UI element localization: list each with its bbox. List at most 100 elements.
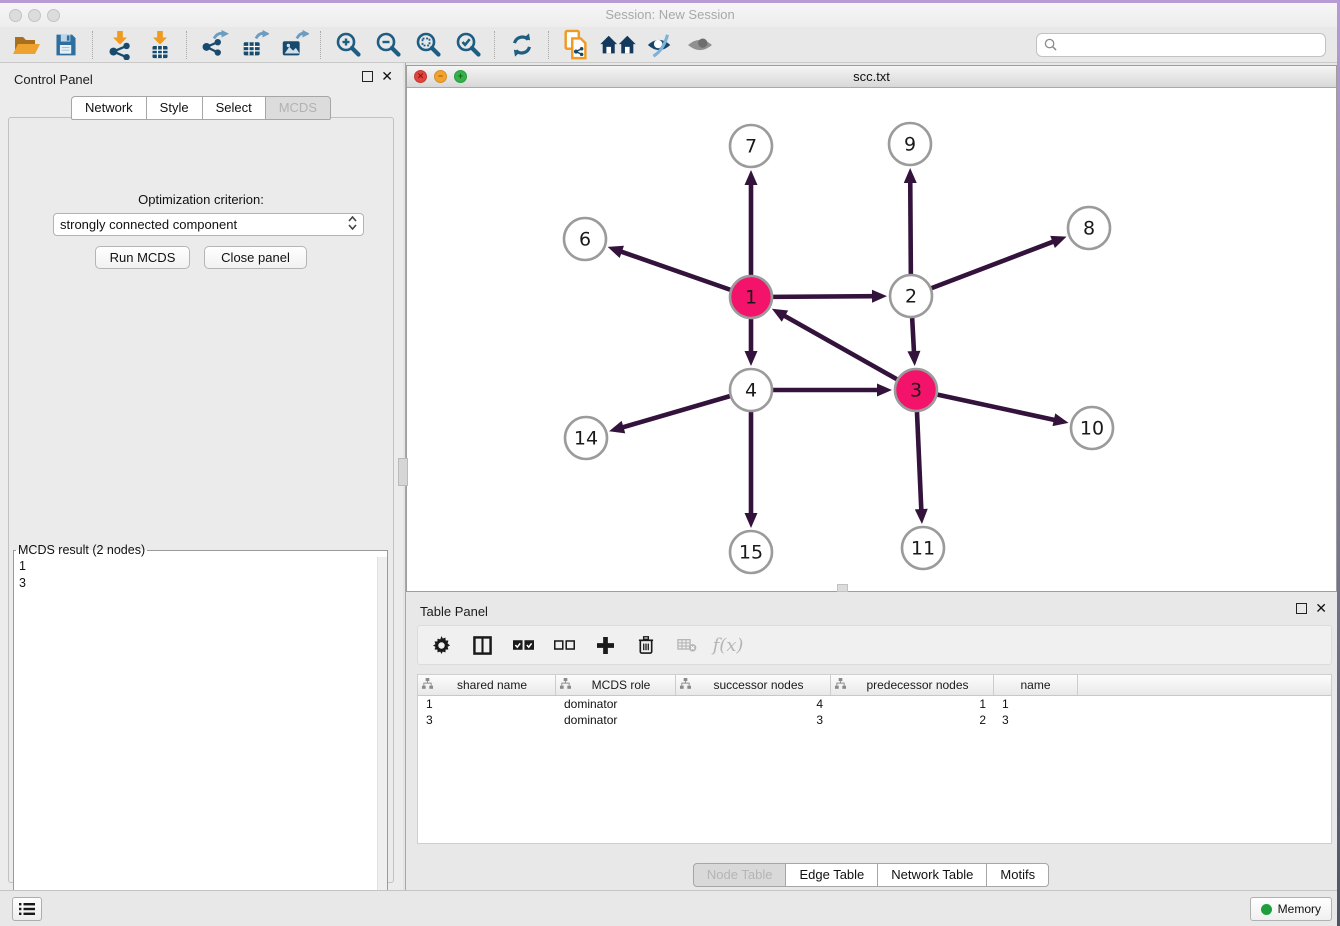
graph-node-1[interactable]: 1 — [730, 276, 772, 318]
network-overview-icon[interactable] — [596, 29, 640, 61]
network-window-title: scc.txt — [407, 69, 1336, 84]
sort-tree-icon — [560, 678, 571, 692]
run-mcds-button[interactable]: Run MCDS — [95, 246, 190, 269]
result-scrollbar[interactable] — [377, 557, 387, 925]
refresh-layout-icon[interactable] — [502, 29, 542, 61]
search-field[interactable] — [1036, 33, 1326, 57]
delete-row-icon[interactable] — [633, 632, 659, 658]
float-table-panel-icon[interactable] — [1296, 603, 1307, 614]
graph-edge-2-3[interactable] — [912, 318, 914, 353]
memory-button[interactable]: Memory — [1250, 897, 1332, 921]
close-panel-button[interactable]: Close panel — [204, 246, 307, 269]
network-window-titlebar: ✕ − + scc.txt — [407, 66, 1336, 88]
export-table-icon[interactable] — [234, 29, 274, 61]
table-row[interactable]: 1dominator411 — [418, 696, 1331, 712]
graph-edge-3-10[interactable] — [938, 395, 1056, 421]
edge-arrowhead — [872, 290, 887, 303]
zoom-in-icon[interactable] — [328, 29, 368, 61]
select-all-icon[interactable] — [510, 632, 536, 658]
panel-divider-handle[interactable] — [398, 458, 408, 486]
tab-edge-table[interactable]: Edge Table — [785, 863, 878, 887]
close-table-panel-icon[interactable]: ✕ — [1315, 603, 1327, 614]
column-header-predecessor-nodes[interactable]: predecessor nodes — [831, 675, 994, 695]
graph-edge-4-14[interactable] — [622, 396, 730, 428]
column-header-name[interactable]: name — [994, 675, 1078, 695]
show-panel-icon[interactable] — [680, 29, 720, 61]
show-column-icon[interactable] — [469, 632, 495, 658]
column-header-MCDS-role[interactable]: MCDS role — [556, 675, 676, 695]
graph-node-7[interactable]: 7 — [730, 125, 772, 167]
table-cell: 2 — [831, 712, 994, 728]
save-session-icon[interactable] — [46, 29, 86, 61]
graph-edge-1-6[interactable] — [620, 251, 730, 290]
unselect-all-icon[interactable] — [551, 632, 577, 658]
table-toolbar: f(x) — [417, 625, 1332, 665]
zoom-selected-icon[interactable] — [448, 29, 488, 61]
graph-node-11[interactable]: 11 — [902, 527, 944, 569]
column-header-successor-nodes[interactable]: successor nodes — [676, 675, 831, 695]
table-header-row: shared nameMCDS rolesuccessor nodesprede… — [418, 675, 1331, 696]
function-builder-icon[interactable]: f(x) — [715, 632, 741, 658]
tab-network-table[interactable]: Network Table — [877, 863, 987, 887]
dropdown-stepper-icon — [348, 216, 357, 233]
canvas-splitter-handle[interactable] — [837, 584, 848, 592]
svg-text:1: 1 — [745, 287, 757, 309]
graph-node-3[interactable]: 3 — [895, 369, 937, 411]
close-panel-icon[interactable]: ✕ — [381, 71, 393, 82]
settings-gear-icon[interactable] — [428, 632, 454, 658]
graph-node-4[interactable]: 4 — [730, 369, 772, 411]
toolbar-separator — [92, 31, 94, 59]
tab-mcds[interactable]: MCDS — [265, 96, 331, 120]
task-history-button[interactable] — [12, 897, 42, 921]
import-table-icon[interactable] — [140, 29, 180, 61]
tab-select[interactable]: Select — [202, 96, 266, 120]
zoom-fit-icon[interactable] — [408, 29, 448, 61]
svg-text:10: 10 — [1080, 418, 1104, 440]
open-file-icon[interactable] — [6, 29, 46, 61]
zoom-out-icon[interactable] — [368, 29, 408, 61]
graph-node-15[interactable]: 15 — [730, 531, 772, 573]
graph-node-2[interactable]: 2 — [890, 275, 932, 317]
tab-style[interactable]: Style — [146, 96, 203, 120]
mcds-tab-content: Optimization criterion: strongly connect… — [8, 117, 394, 883]
export-network-icon[interactable] — [194, 29, 234, 61]
graph-node-10[interactable]: 10 — [1071, 407, 1113, 449]
delete-table-icon[interactable] — [674, 632, 700, 658]
dropdown-value: strongly connected component — [60, 217, 237, 232]
graph-edge-1-2[interactable] — [773, 296, 874, 297]
graph-edge-3-1[interactable] — [783, 315, 897, 379]
tab-motifs[interactable]: Motifs — [986, 863, 1049, 887]
table-cell: dominator — [556, 712, 676, 728]
optimization-criterion-label: Optimization criterion: — [9, 192, 393, 207]
svg-text:11: 11 — [911, 538, 935, 560]
mcds-result-title: MCDS result (2 nodes) — [16, 543, 147, 557]
hide-panel-icon[interactable] — [640, 29, 680, 61]
graph-edge-2-8[interactable] — [932, 241, 1055, 288]
tab-network[interactable]: Network — [71, 96, 147, 120]
svg-text:4: 4 — [745, 380, 757, 402]
mcds-result-text[interactable]: 1 3 — [14, 557, 387, 593]
graph-node-8[interactable]: 8 — [1068, 207, 1110, 249]
table-panel-title: Table Panel — [420, 604, 488, 619]
table-cell: 1 — [831, 696, 994, 712]
table-row[interactable]: 3dominator323 — [418, 712, 1331, 728]
graph-edge-3-11[interactable] — [917, 412, 921, 511]
network-canvas[interactable]: 7 9 6 8 1 2 4 3 14 10 15 11 — [407, 88, 1336, 591]
graph-node-14[interactable]: 14 — [565, 417, 607, 459]
tab-node-table[interactable]: Node Table — [693, 863, 787, 887]
graph-node-9[interactable]: 9 — [889, 123, 931, 165]
graph-canvas[interactable]: 7 9 6 8 1 2 4 3 14 10 15 11 — [407, 88, 1336, 591]
import-network-icon[interactable] — [100, 29, 140, 61]
graph-edge-2-9[interactable] — [910, 181, 911, 274]
edge-arrowhead — [745, 351, 758, 366]
graph-node-6[interactable]: 6 — [564, 218, 606, 260]
svg-text:8: 8 — [1083, 218, 1095, 240]
float-panel-icon[interactable] — [362, 71, 373, 82]
column-header-shared-name[interactable]: shared name — [418, 675, 556, 695]
add-row-icon[interactable] — [592, 632, 618, 658]
optimization-criterion-dropdown[interactable]: strongly connected component — [53, 213, 364, 236]
clone-network-icon[interactable] — [556, 29, 596, 61]
search-input[interactable] — [1062, 37, 1318, 53]
export-image-icon[interactable] — [274, 29, 314, 61]
control-panel-title: Control Panel — [14, 72, 93, 87]
